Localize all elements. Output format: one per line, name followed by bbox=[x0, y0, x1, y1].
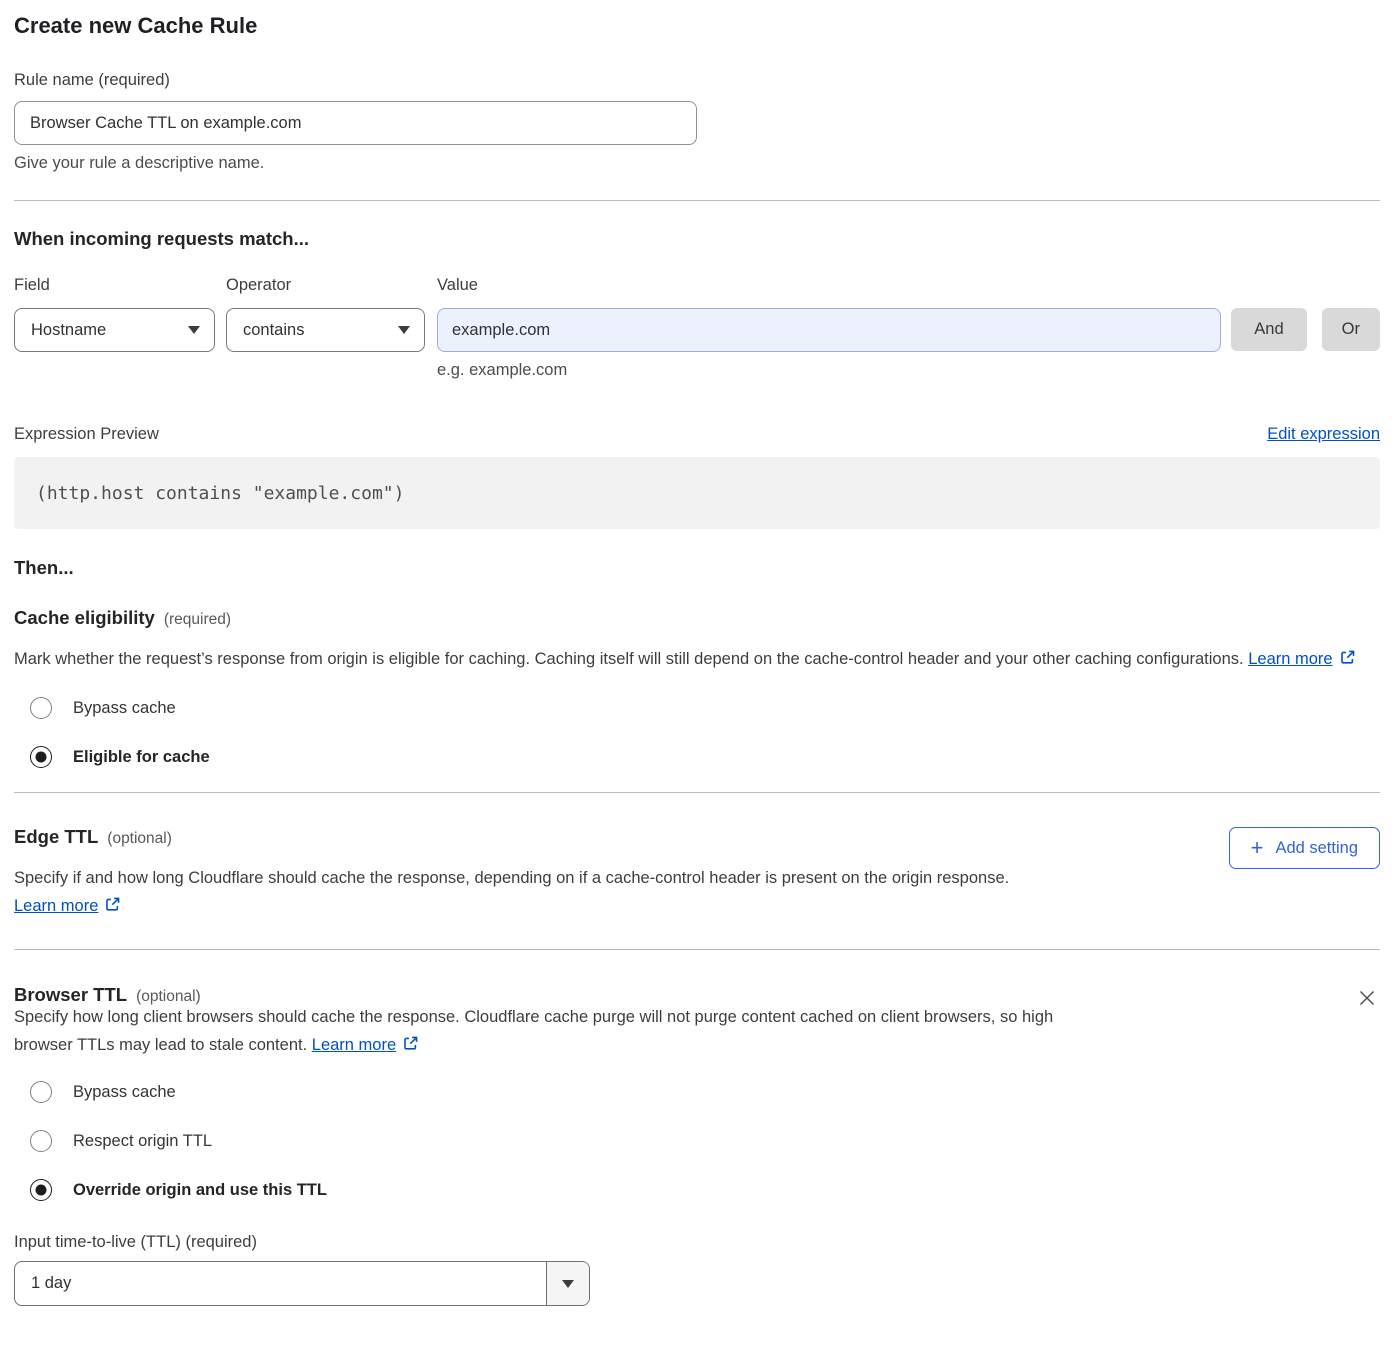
radio-label: Bypass cache bbox=[73, 699, 176, 718]
and-button[interactable]: And bbox=[1231, 308, 1306, 351]
field-label: Field bbox=[14, 275, 215, 295]
radio-option-respect-origin-ttl[interactable]: Respect origin TTL bbox=[14, 1130, 1380, 1152]
cache-eligibility-options: Bypass cache Eligible for cache bbox=[14, 697, 1380, 768]
create-cache-rule-form: Create new Cache Rule Rule name (require… bbox=[0, 0, 1400, 1322]
radio-label: Respect origin TTL bbox=[73, 1132, 212, 1151]
radio-option-eligible-for-cache[interactable]: Eligible for cache bbox=[14, 746, 1380, 768]
description-text: Specify how long client browsers should … bbox=[14, 1008, 1053, 1054]
match-section-heading: When incoming requests match... bbox=[14, 227, 1380, 251]
caret-down-icon bbox=[188, 326, 200, 334]
radio-icon[interactable] bbox=[30, 1081, 52, 1103]
edge-ttl-learn-more-link[interactable]: Learn more bbox=[14, 897, 98, 915]
close-icon[interactable] bbox=[1354, 985, 1380, 1014]
external-link-icon bbox=[104, 894, 121, 922]
page-title: Create new Cache Rule bbox=[14, 12, 1380, 40]
rule-name-label: Rule name (required) bbox=[14, 70, 1380, 90]
ttl-select-value: 1 day bbox=[15, 1262, 546, 1305]
radio-option-override-origin-ttl[interactable]: Override origin and use this TTL bbox=[14, 1179, 1380, 1201]
ttl-select-arrow-button[interactable] bbox=[546, 1262, 589, 1305]
radio-icon[interactable] bbox=[30, 1130, 52, 1152]
caret-down-icon bbox=[562, 1280, 574, 1288]
radio-icon[interactable] bbox=[30, 697, 52, 719]
caret-down-icon bbox=[398, 326, 410, 334]
radio-option-bypass-cache[interactable]: Bypass cache bbox=[14, 697, 1380, 719]
divider bbox=[14, 792, 1380, 793]
value-helper: e.g. example.com bbox=[437, 360, 1221, 380]
field-select[interactable]: Hostname bbox=[14, 308, 215, 352]
cache-eligibility-learn-more-link[interactable]: Learn more bbox=[1248, 650, 1332, 668]
add-setting-label: Add setting bbox=[1275, 839, 1358, 858]
required-tag: (required) bbox=[164, 611, 231, 629]
radio-icon-checked[interactable] bbox=[30, 1179, 52, 1201]
ttl-input-label: Input time-to-live (TTL) (required) bbox=[14, 1232, 1380, 1252]
description-text: Specify if and how long Cloudflare shoul… bbox=[14, 869, 1009, 887]
ttl-select[interactable]: 1 day bbox=[14, 1261, 590, 1306]
browser-ttl-description: Specify how long client browsers should … bbox=[14, 1003, 1114, 1061]
expression-preview-label: Expression Preview bbox=[14, 424, 159, 444]
plus-icon: + bbox=[1251, 837, 1264, 859]
divider bbox=[14, 200, 1380, 201]
then-heading: Then... bbox=[14, 557, 1380, 579]
operator-select-value: contains bbox=[243, 321, 304, 340]
edge-ttl-title: Edge TTL bbox=[14, 825, 98, 849]
add-setting-button[interactable]: + Add setting bbox=[1229, 827, 1380, 869]
description-text: Mark whether the request’s response from… bbox=[14, 650, 1244, 668]
radio-icon-checked[interactable] bbox=[30, 746, 52, 768]
external-link-icon bbox=[402, 1033, 419, 1061]
radio-label: Bypass cache bbox=[73, 1083, 176, 1102]
radio-option-bypass-cache[interactable]: Bypass cache bbox=[14, 1081, 1380, 1103]
divider bbox=[14, 949, 1380, 950]
or-button[interactable]: Or bbox=[1322, 308, 1380, 351]
browser-ttl-options: Bypass cache Respect origin TTL Override… bbox=[14, 1081, 1380, 1201]
optional-tag: (optional) bbox=[107, 830, 172, 848]
edge-ttl-description: Specify if and how long Cloudflare shoul… bbox=[14, 864, 1119, 922]
browser-ttl-learn-more-link[interactable]: Learn more bbox=[312, 1036, 396, 1054]
rule-name-helper: Give your rule a descriptive name. bbox=[14, 153, 1380, 173]
operator-label: Operator bbox=[226, 275, 425, 295]
value-label: Value bbox=[437, 275, 1221, 295]
cache-eligibility-description: Mark whether the request’s response from… bbox=[14, 645, 1380, 675]
match-condition-row: Field Hostname Operator contains Value e… bbox=[14, 275, 1380, 380]
cache-eligibility-title: Cache eligibility bbox=[14, 606, 155, 630]
radio-label: Eligible for cache bbox=[73, 748, 210, 767]
operator-select[interactable]: contains bbox=[226, 308, 425, 352]
rule-name-input[interactable] bbox=[14, 101, 697, 145]
expression-preview-code: (http.host contains "example.com") bbox=[14, 457, 1380, 529]
radio-label: Override origin and use this TTL bbox=[73, 1181, 327, 1200]
edit-expression-link[interactable]: Edit expression bbox=[1267, 425, 1380, 444]
external-link-icon bbox=[1339, 647, 1356, 675]
field-select-value: Hostname bbox=[31, 321, 106, 340]
value-input[interactable] bbox=[437, 308, 1221, 352]
